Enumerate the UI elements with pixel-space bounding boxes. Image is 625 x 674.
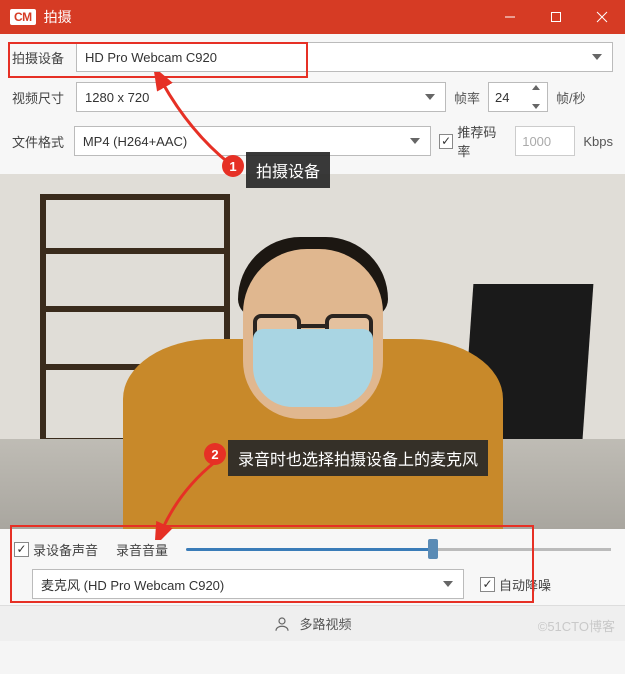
video-size-label: 视频尺寸: [12, 88, 68, 107]
app-logo: CM: [10, 9, 36, 25]
volume-slider[interactable]: [186, 539, 611, 559]
fps-unit: 帧/秒: [556, 88, 586, 107]
microphone-select[interactable]: 麦克风 (HD Pro Webcam C920): [32, 569, 464, 599]
bitrate-input[interactable]: 1000: [515, 126, 575, 156]
device-select[interactable]: HD Pro Webcam C920: [76, 42, 613, 72]
person-icon: [273, 615, 291, 633]
format-label: 文件格式: [12, 132, 66, 151]
footer-bar: 多路视频 ©51CTO博客: [0, 605, 625, 641]
bitrate-unit: Kbps: [583, 134, 613, 149]
fps-label: 帧率: [454, 88, 480, 107]
close-button[interactable]: [579, 0, 625, 34]
format-value: MP4 (H264+AAC): [83, 134, 187, 149]
annotation-callout-1: 拍摄设备: [246, 152, 330, 188]
annotation-badge-2: 2: [204, 443, 226, 465]
fps-spinner[interactable]: 24: [488, 82, 548, 112]
checkbox-icon: [480, 577, 495, 592]
recommended-bitrate-checkbox[interactable]: 推荐码率: [439, 122, 507, 160]
chevron-up-icon[interactable]: [532, 85, 540, 90]
checkbox-icon: [14, 542, 29, 557]
microphone-value: 麦克风 (HD Pro Webcam C920): [41, 575, 224, 594]
titlebar: CM 拍摄: [0, 0, 625, 34]
minimize-button[interactable]: [487, 0, 533, 34]
watermark: ©51CTO博客: [538, 616, 615, 635]
slider-thumb-icon[interactable]: [428, 539, 438, 559]
audio-panel: 录设备声音 录音音量 麦克风 (HD Pro Webcam C920) 自动降噪: [0, 529, 625, 605]
video-size-value: 1280 x 720: [85, 90, 149, 105]
record-device-sound-checkbox[interactable]: 录设备声音: [14, 540, 98, 559]
maximize-button[interactable]: [533, 0, 579, 34]
multi-video-button[interactable]: 多路视频: [299, 614, 351, 633]
window-title: 拍摄: [44, 7, 487, 27]
recommended-bitrate-label: 推荐码率: [457, 122, 507, 160]
fps-value: 24: [495, 90, 509, 105]
checkbox-icon: [439, 134, 453, 149]
chevron-down-icon[interactable]: [532, 104, 540, 109]
video-size-select[interactable]: 1280 x 720: [76, 82, 446, 112]
auto-denoise-checkbox[interactable]: 自动降噪: [480, 575, 551, 594]
volume-label: 录音音量: [116, 540, 168, 559]
annotation-callout-2: 录音时也选择拍摄设备上的麦克风: [228, 440, 488, 476]
device-value: HD Pro Webcam C920: [85, 50, 217, 65]
bitrate-value: 1000: [522, 134, 551, 149]
auto-denoise-label: 自动降噪: [499, 575, 551, 594]
record-device-sound-label: 录设备声音: [33, 540, 98, 559]
device-label: 拍摄设备: [12, 48, 68, 67]
annotation-badge-1: 1: [222, 155, 244, 177]
